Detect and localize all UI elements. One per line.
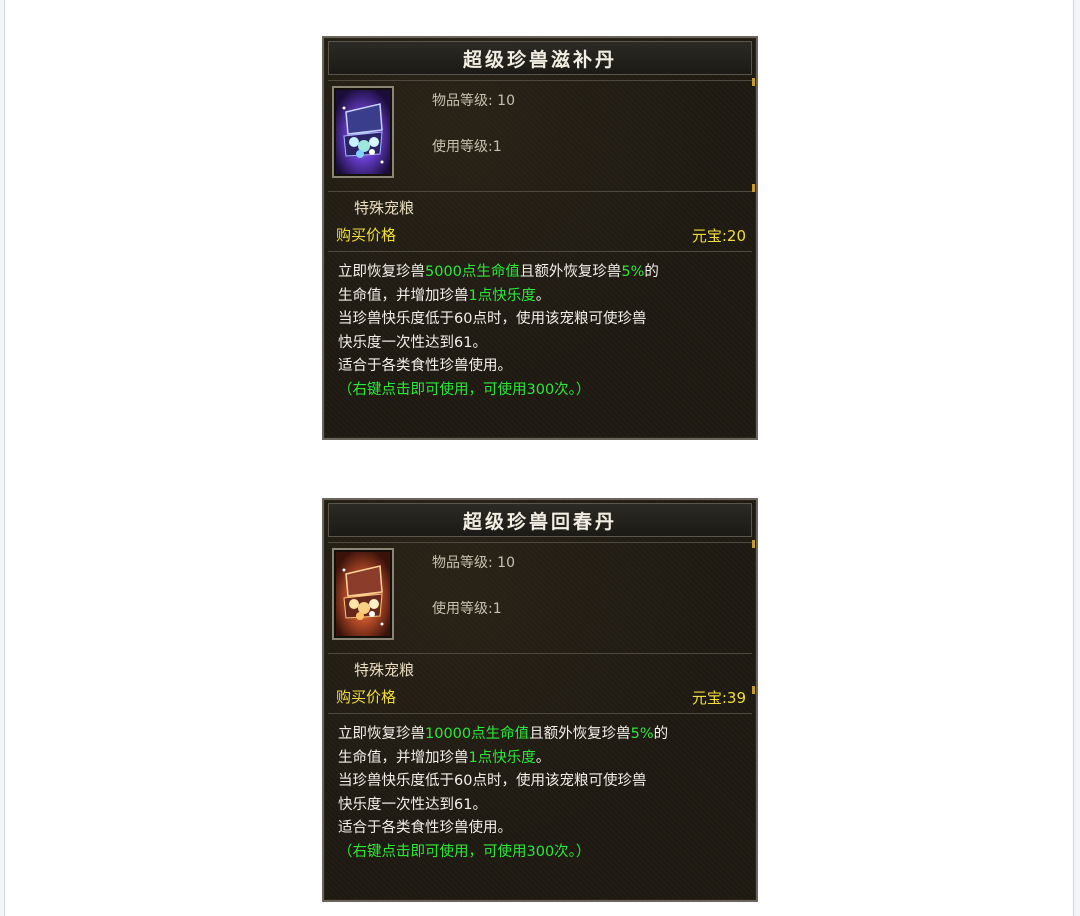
price-amount: 20 xyxy=(726,227,746,245)
item-level-value: 10 xyxy=(497,93,515,109)
desc-text: 的 xyxy=(653,726,669,742)
item-title: 超级珍兽滋补丹 xyxy=(328,41,752,75)
price-label: 购买价格 xyxy=(336,226,397,244)
border-ornament xyxy=(752,184,755,192)
desc-text: 的 xyxy=(644,264,659,280)
desc-line-3: 当珍兽快乐度低于60点时，使用该宠粮可使珍兽 xyxy=(338,311,647,327)
item-title: 超级珍兽回春丹 xyxy=(328,503,752,537)
use-level-label: 使用等级: xyxy=(432,139,493,155)
use-level-value: 1 xyxy=(492,601,502,617)
border-ornament xyxy=(752,540,755,548)
use-level-value: 1 xyxy=(492,139,502,155)
item-level-value: 10 xyxy=(497,555,515,571)
desc-highlight: 1点快乐度 xyxy=(468,749,536,766)
treasure-chest-gold-icon xyxy=(332,548,394,640)
use-level: 使用等级:1 xyxy=(432,136,502,156)
item-level-label: 物品等级: xyxy=(432,93,493,109)
item-level-label: 物品等级: xyxy=(432,555,493,571)
usage-hint: （右键点击即可使用，可使用300次。） xyxy=(338,843,591,860)
desc-line-1: 立即恢复珍兽10000点生命值且额外恢复珍兽5%的 xyxy=(338,723,742,747)
desc-text: 且额外恢复珍兽 xyxy=(519,264,622,280)
price-currency: 元宝: xyxy=(691,689,727,707)
desc-text: 生命值，并增加珍兽 xyxy=(338,749,469,766)
price-amount: 39 xyxy=(726,689,746,707)
desc-highlight: 5% xyxy=(621,264,645,280)
desc-line-4: 快乐度一次性达到61。 xyxy=(338,796,487,813)
item-level: 物品等级: 10 xyxy=(432,552,515,572)
price-value: 元宝:39 xyxy=(692,687,746,708)
desc-line-4: 快乐度一次性达到61。 xyxy=(338,334,487,351)
desc-line-2: 生命值，并增加珍兽1点快乐度。 xyxy=(338,285,742,309)
price-value: 元宝:20 xyxy=(692,225,746,246)
price-currency: 元宝: xyxy=(691,227,727,245)
desc-line-5: 适合于各类食性珍兽使用。 xyxy=(338,358,512,374)
desc-text: 立即恢复珍兽 xyxy=(338,726,425,742)
usage-hint: （右键点击即可使用，可使用300次。） xyxy=(338,381,591,398)
item-type: 特殊宠粮 xyxy=(354,661,415,679)
item-type: 特殊宠粮 xyxy=(354,199,415,217)
price-label: 购买价格 xyxy=(336,688,397,706)
treasure-chest-purple-icon xyxy=(332,86,394,178)
use-level-label: 使用等级: xyxy=(432,601,493,617)
desc-highlight: 5000点生命值 xyxy=(425,264,520,280)
item-tooltip-1: 超级珍兽滋补丹 物品等级: 10 使用等级:1 特殊宠粮 购买价格 元宝:20 … xyxy=(322,36,758,440)
border-ornament xyxy=(752,78,755,86)
desc-highlight: 10000点生命值 xyxy=(425,726,530,742)
border-ornament xyxy=(752,686,755,694)
desc-line-5: 适合于各类食性珍兽使用。 xyxy=(338,820,512,836)
use-level: 使用等级:1 xyxy=(432,598,502,618)
desc-line-3: 当珍兽快乐度低于60点时，使用该宠粮可使珍兽 xyxy=(338,773,647,789)
desc-text: 生命值，并增加珍兽 xyxy=(338,287,469,304)
desc-text: 立即恢复珍兽 xyxy=(338,264,425,280)
desc-highlight: 1点快乐度 xyxy=(468,287,536,304)
item-description: 立即恢复珍兽10000点生命值且额外恢复珍兽5%的 生命值，并增加珍兽1点快乐度… xyxy=(328,713,752,894)
item-tooltip-2: 超级珍兽回春丹 物品等级: 10 使用等级:1 特殊宠粮 购买价格 元宝:39 … xyxy=(322,498,758,902)
item-level: 物品等级: 10 xyxy=(432,90,515,110)
desc-text: 。 xyxy=(535,287,551,304)
desc-line-1: 立即恢复珍兽5000点生命值且额外恢复珍兽5%的 xyxy=(338,261,742,285)
item-description: 立即恢复珍兽5000点生命值且额外恢复珍兽5%的 生命值，并增加珍兽1点快乐度。… xyxy=(328,251,752,432)
desc-line-2: 生命值，并增加珍兽1点快乐度。 xyxy=(338,747,742,771)
desc-text: 。 xyxy=(535,749,551,766)
desc-text: 且额外恢复珍兽 xyxy=(529,726,631,742)
desc-highlight: 5% xyxy=(630,726,654,742)
